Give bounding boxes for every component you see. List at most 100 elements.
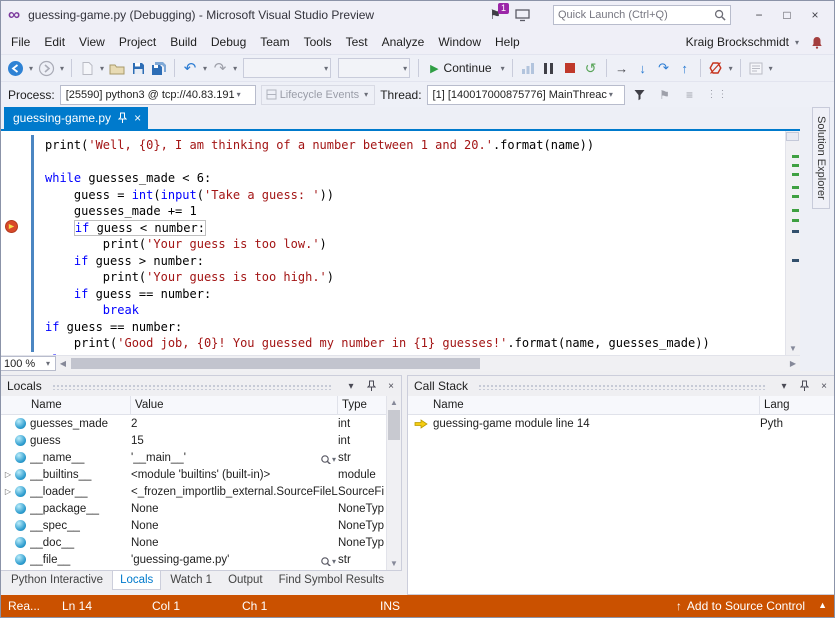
maximize-button[interactable]: □ — [773, 8, 801, 22]
stop-debugging-button[interactable] — [560, 57, 580, 79]
redo-button[interactable]: ↷ — [210, 57, 230, 79]
locals-row[interactable]: __file__'guessing-game.py'▾str — [1, 551, 401, 568]
menu-analyze[interactable]: Analyze — [375, 32, 432, 52]
locals-row[interactable]: guess15int — [1, 432, 401, 449]
save-all-button[interactable] — [149, 57, 169, 79]
step-over-button[interactable]: ↷ — [654, 57, 674, 79]
restart-button[interactable]: ↺ — [581, 57, 601, 79]
code-editor[interactable]: print('Well, {0}, I am thinking of a num… — [0, 129, 800, 355]
panel-tab-find-symbol-results[interactable]: Find Symbol Results — [272, 571, 391, 589]
step-out-button[interactable]: ↑ — [675, 57, 695, 79]
continue-button[interactable]: ▶ Continue — [424, 57, 498, 79]
document-tab-guessing-game[interactable]: guessing-game.py × — [4, 107, 148, 129]
output-dropdown[interactable]: ▾ — [767, 64, 775, 73]
expand-icon[interactable]: ▷ — [1, 487, 15, 496]
pin-button[interactable] — [796, 380, 812, 392]
menu-team[interactable]: Team — [253, 32, 296, 52]
minimize-button[interactable]: − — [745, 8, 773, 22]
new-file-dropdown[interactable]: ▾ — [98, 64, 106, 73]
add-to-source-control-button[interactable]: ↑ Add to Source Control — [676, 599, 805, 613]
scroll-up-arrow[interactable]: ▲ — [387, 396, 401, 409]
search-icon[interactable] — [714, 9, 726, 21]
editor-horizontal-scrollbar[interactable]: ◀ ▶ — [56, 356, 800, 371]
close-button[interactable]: × — [816, 381, 832, 392]
menu-debug[interactable]: Debug — [204, 32, 253, 52]
menu-file[interactable]: File — [4, 32, 37, 52]
panel-tab-watch-1[interactable]: Watch 1 — [163, 571, 219, 589]
menu-tools[interactable]: Tools — [297, 32, 339, 52]
menu-build[interactable]: Build — [163, 32, 204, 52]
panel-tab-locals[interactable]: Locals — [112, 571, 161, 590]
stop-applying-code-changes-button[interactable] — [706, 57, 726, 79]
window-position-button[interactable]: ▾ — [776, 381, 792, 392]
step-into-button[interactable]: ↓ — [633, 57, 653, 79]
call-stack-frame[interactable]: guessing-game module line 14Pyth — [408, 415, 834, 432]
locals-row[interactable]: __name__'__main__'▾str — [1, 449, 401, 466]
scroll-right-arrow[interactable]: ▶ — [786, 356, 800, 371]
scrollbar-thumb[interactable] — [71, 358, 480, 369]
locals-row[interactable]: __spec__NoneNoneTyp — [1, 517, 401, 534]
chevron-down-icon[interactable]: ▾ — [332, 455, 336, 464]
panel-tab-output[interactable]: Output — [221, 571, 270, 589]
navigate-forward-button[interactable] — [36, 57, 57, 79]
menu-window[interactable]: Window — [431, 32, 488, 52]
zoom-control[interactable]: 100 % ▾ — [0, 356, 56, 371]
close-icon[interactable]: × — [134, 111, 141, 125]
show-flagged-threads-button[interactable]: ⚑ — [655, 84, 675, 106]
locals-title-bar[interactable]: Locals ▾ × — [1, 376, 401, 396]
pin-icon[interactable] — [118, 112, 127, 124]
locals-row[interactable]: guesses_made2int — [1, 415, 401, 432]
user-account-menu[interactable]: Kraig Brockschmidt ▾ — [686, 35, 801, 49]
send-feedback-button[interactable] — [515, 9, 530, 22]
chevron-down-icon[interactable]: ▾ — [332, 557, 336, 566]
scrollbar-thumb[interactable] — [388, 410, 400, 440]
menu-view[interactable]: View — [72, 32, 112, 52]
pin-button[interactable] — [363, 380, 379, 392]
close-button[interactable]: × — [801, 8, 829, 22]
locals-row[interactable]: ▷__builtins__<module 'builtins' (built-i… — [1, 466, 401, 483]
locals-row[interactable]: __doc__NoneNoneTyp — [1, 534, 401, 551]
show-next-statement-button[interactable]: → — [612, 57, 632, 79]
expand-icon[interactable]: ▷ — [1, 470, 15, 479]
menu-test[interactable]: Test — [339, 32, 375, 52]
scroll-down-arrow[interactable]: ▼ — [786, 342, 800, 355]
magnifier-icon[interactable] — [320, 556, 332, 566]
magnifier-icon[interactable] — [320, 454, 332, 464]
quick-launch-box[interactable] — [553, 5, 731, 25]
value-lens-control[interactable]: ▾ — [317, 454, 336, 464]
code-text-area[interactable]: print('Well, {0}, I am thinking of a num… — [0, 131, 785, 355]
notifications-button[interactable]: ⚑ 1 — [489, 7, 501, 23]
solution-configurations-dropdown[interactable]: ▾ — [243, 58, 331, 78]
break-all-button[interactable] — [539, 57, 559, 79]
call-stack-title-bar[interactable]: Call Stack ▾ × — [408, 376, 834, 396]
thread-dropdown[interactable]: [1] [140017000875776] MainThreac ▾ — [427, 85, 625, 105]
solution-explorer-tab[interactable]: Solution Explorer — [812, 107, 830, 209]
lifecycle-events-button[interactable]: Lifecycle Events ▾ — [261, 85, 376, 105]
save-button[interactable] — [128, 57, 148, 79]
output-window-button[interactable] — [746, 57, 766, 79]
panel-tab-python-interactive[interactable]: Python Interactive — [4, 571, 110, 589]
diagnostic-tools-button[interactable] — [518, 57, 538, 79]
locals-row[interactable]: __package__NoneNoneTyp — [1, 500, 401, 517]
editor-vertical-scrollbar[interactable]: ▲ ▼ — [785, 131, 800, 355]
value-lens-control[interactable]: ▾ — [317, 556, 336, 566]
editor-split-handle[interactable] — [786, 132, 799, 141]
continue-dropdown[interactable]: ▾ — [499, 64, 507, 73]
toolbar-overflow-handle[interactable]: ⋮⋮ — [707, 89, 729, 100]
undo-dropdown[interactable]: ▾ — [201, 64, 209, 73]
redo-dropdown[interactable]: ▾ — [231, 64, 239, 73]
new-file-button[interactable] — [77, 57, 97, 79]
notification-bell-icon[interactable] — [811, 36, 823, 49]
window-position-button[interactable]: ▾ — [343, 381, 359, 392]
navigate-backward-dropdown[interactable]: ▾ — [27, 64, 35, 73]
chevron-up-icon[interactable]: ▲ — [818, 600, 827, 610]
menu-help[interactable]: Help — [488, 32, 527, 52]
close-button[interactable]: × — [383, 381, 399, 392]
scroll-down-arrow[interactable]: ▼ — [387, 557, 401, 570]
open-file-button[interactable] — [107, 57, 127, 79]
filter-threads-button[interactable] — [630, 84, 650, 106]
locals-vertical-scrollbar[interactable]: ▲ ▼ — [386, 396, 401, 570]
scroll-left-arrow[interactable]: ◀ — [56, 356, 70, 371]
breakpoints-dropdown[interactable]: ▾ — [727, 64, 735, 73]
locals-row[interactable]: ▷__loader__<_frozen_importlib_external.S… — [1, 483, 401, 500]
